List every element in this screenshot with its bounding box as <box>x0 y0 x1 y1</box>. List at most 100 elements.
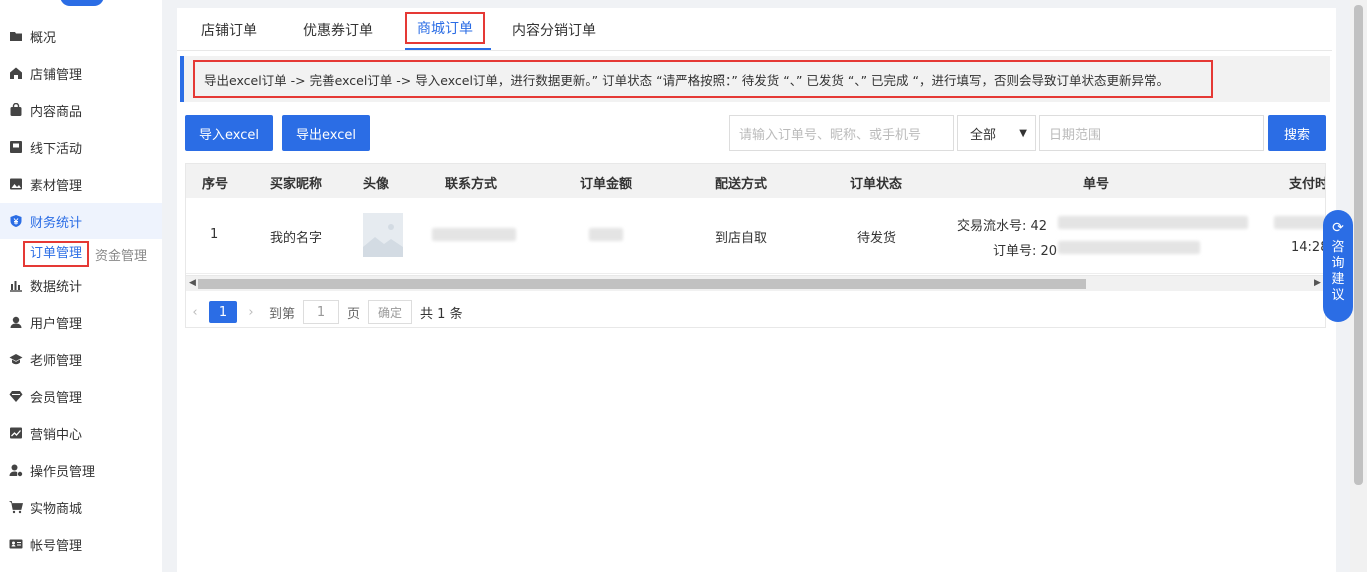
redacted-pay-date <box>1274 216 1325 229</box>
goto-label: 到第 <box>269 306 296 322</box>
order-number-label: 订单号: 20 <box>993 244 1058 259</box>
sidebar-item-materials[interactable]: 素材管理 <box>0 166 162 202</box>
column-header: 联系方式 <box>445 177 498 192</box>
sidebar-item-content-goods[interactable]: 内容商品 <box>0 92 162 128</box>
sidebar-item-label: 素材管理 <box>30 178 83 194</box>
sidebar-item-label: 操作员管理 <box>30 464 96 480</box>
bar-chart-icon <box>9 278 23 292</box>
column-header: 单号 <box>1083 177 1110 192</box>
redacted-trade-serial <box>1058 216 1248 229</box>
sidebar-item-overview[interactable]: 概况 <box>0 18 162 54</box>
redacted-contact <box>432 228 516 241</box>
user-icon <box>9 315 23 329</box>
home-icon <box>9 66 23 80</box>
consult-char: 建 <box>1331 272 1345 287</box>
status-select[interactable]: 全部 ▼ <box>957 115 1036 151</box>
goto-page-input[interactable]: 1 <box>303 300 340 324</box>
active-tab-indicator <box>405 48 491 50</box>
caret-down-icon: ▼ <box>1019 127 1027 139</box>
cart-icon <box>9 500 23 514</box>
page-number[interactable]: 1 <box>209 301 237 323</box>
trade-serial-label: 交易流水号: 42 <box>957 219 1048 234</box>
finance-submenu: 订单管理 资金管理 <box>0 240 162 268</box>
sidebar-item-marketing[interactable]: 营销中心 <box>0 415 162 451</box>
sidebar-item-shop[interactable]: 店铺管理 <box>0 55 162 91</box>
sidebar-item-teachers[interactable]: 老师管理 <box>0 341 162 377</box>
redacted-order-number <box>1058 241 1200 254</box>
graduation-cap-icon <box>9 352 23 366</box>
sidebar-item-operators[interactable]: 操作员管理 <box>0 452 162 488</box>
pay-time: 14:28: <box>1291 240 1325 255</box>
status-select-value: 全部 <box>970 127 997 143</box>
tab-content-distribution-orders[interactable]: 内容分销订单 <box>512 20 596 40</box>
scroll-left-icon[interactable]: ◀ <box>189 278 196 288</box>
sidebar-item-users[interactable]: 用户管理 <box>0 304 162 340</box>
table-row[interactable]: 1 我的名字 到店自取 待发货 交易流水号: 42 订单号: 20 14:28: <box>186 198 1325 274</box>
column-header: 买家昵称 <box>270 177 323 192</box>
line-chart-icon <box>9 426 23 440</box>
sidebar-item-members[interactable]: 会员管理 <box>0 378 162 414</box>
sidebar-item-label: 内容商品 <box>30 104 83 120</box>
search-button[interactable]: 搜索 <box>1268 115 1326 151</box>
sidebar-item-label: 线下活动 <box>30 141 83 157</box>
sidebar-item-label: 财务统计 <box>30 215 83 231</box>
pagination: ‹ 1 › 到第 1 页 确定 共 1 条 <box>185 298 463 326</box>
sidebar-item-label: 概况 <box>30 30 57 46</box>
image-icon <box>9 177 23 191</box>
prev-page-icon[interactable]: ‹ <box>185 305 205 320</box>
import-excel-button[interactable]: 导入excel <box>185 115 273 151</box>
consult-suggest-button[interactable]: ⟳ 咨 询 建 议 <box>1323 210 1353 322</box>
avatar-placeholder-image <box>363 213 403 257</box>
table-horizontal-scrollbar[interactable]: ◀ ▶ <box>186 275 1325 291</box>
consult-char: 询 <box>1331 256 1345 271</box>
column-header: 头像 <box>363 177 390 192</box>
sidebar-item-accounts[interactable]: 帐号管理 <box>0 526 162 562</box>
consult-char: 议 <box>1331 288 1345 303</box>
buyer-nickname: 我的名字 <box>270 231 323 246</box>
submenu-fund-management[interactable]: 资金管理 <box>95 245 147 264</box>
column-header: 支付时 <box>1289 177 1326 192</box>
sidebar-item-data-stats[interactable]: 数据统计 <box>0 267 162 303</box>
folder-icon <box>9 29 23 43</box>
sidebar-item-label: 数据统计 <box>30 279 83 295</box>
redacted-amount <box>589 228 623 241</box>
sidebar-item-offline-events[interactable]: 线下活动 <box>0 129 162 165</box>
sidebar-item-label: 实物商城 <box>30 501 83 517</box>
sidebar-item-label: 营销中心 <box>30 427 83 443</box>
column-header: 序号 <box>202 177 229 192</box>
notice-text: 导出excel订单 -> 完善excel订单 -> 导入excel订单，进行数据… <box>193 60 1213 98</box>
order-status: 待发货 <box>857 231 897 246</box>
search-input[interactable]: 请输入订单号、昵称、或手机号 <box>729 115 954 151</box>
tab-shop-orders[interactable]: 店铺订单 <box>201 20 257 40</box>
yen-shield-icon <box>9 214 23 228</box>
sidebar-item-finance[interactable]: 财务统计 <box>0 203 162 239</box>
tab-coupon-orders[interactable]: 优惠券订单 <box>303 20 373 40</box>
order-tabs: 店铺订单 优惠券订单 商城订单 内容分销订单 <box>177 8 1332 51</box>
column-header: 订单金额 <box>580 177 633 192</box>
page-scroll-thumb[interactable] <box>1354 5 1363 485</box>
sidebar-item-label: 会员管理 <box>30 390 83 406</box>
diamond-icon <box>9 389 23 403</box>
column-header: 配送方式 <box>715 177 768 192</box>
submenu-order-management[interactable]: 订单管理 <box>23 241 90 267</box>
delivery-method: 到店自取 <box>715 231 768 246</box>
scroll-thumb[interactable] <box>198 279 1086 289</box>
tab-mall-orders[interactable]: 商城订单 <box>405 12 485 44</box>
feedback-icon: ⟳ <box>1332 220 1344 236</box>
main-panel: 店铺订单 优惠券订单 商城订单 内容分销订单 导出excel订单 -> 完善ex… <box>177 8 1336 572</box>
date-range-input[interactable]: 日期范围 <box>1039 115 1264 151</box>
sidebar: 概况 店铺管理 内容商品 线下活动 素材管理 财务统计 订单管理 资金管理 数据… <box>0 0 162 572</box>
sidebar-item-physical-mall[interactable]: 实物商城 <box>0 489 162 525</box>
table-header: 序号 买家昵称 头像 联系方式 订单金额 配送方式 订单状态 单号 支付时 <box>186 164 1326 198</box>
user-gear-icon <box>9 463 23 477</box>
flag-icon <box>9 140 23 154</box>
export-excel-button[interactable]: 导出excel <box>282 115 370 151</box>
confirm-button[interactable]: 确定 <box>368 300 413 324</box>
bag-icon <box>9 103 23 117</box>
scroll-right-icon[interactable]: ▶ <box>1314 278 1321 288</box>
row-index: 1 <box>210 227 219 242</box>
notice-banner: 导出excel订单 -> 完善excel订单 -> 导入excel订单，进行数据… <box>180 56 1330 102</box>
next-page-icon[interactable]: › <box>241 305 261 320</box>
sidebar-item-label: 帐号管理 <box>30 538 83 554</box>
total-count: 共 1 条 <box>420 306 463 322</box>
